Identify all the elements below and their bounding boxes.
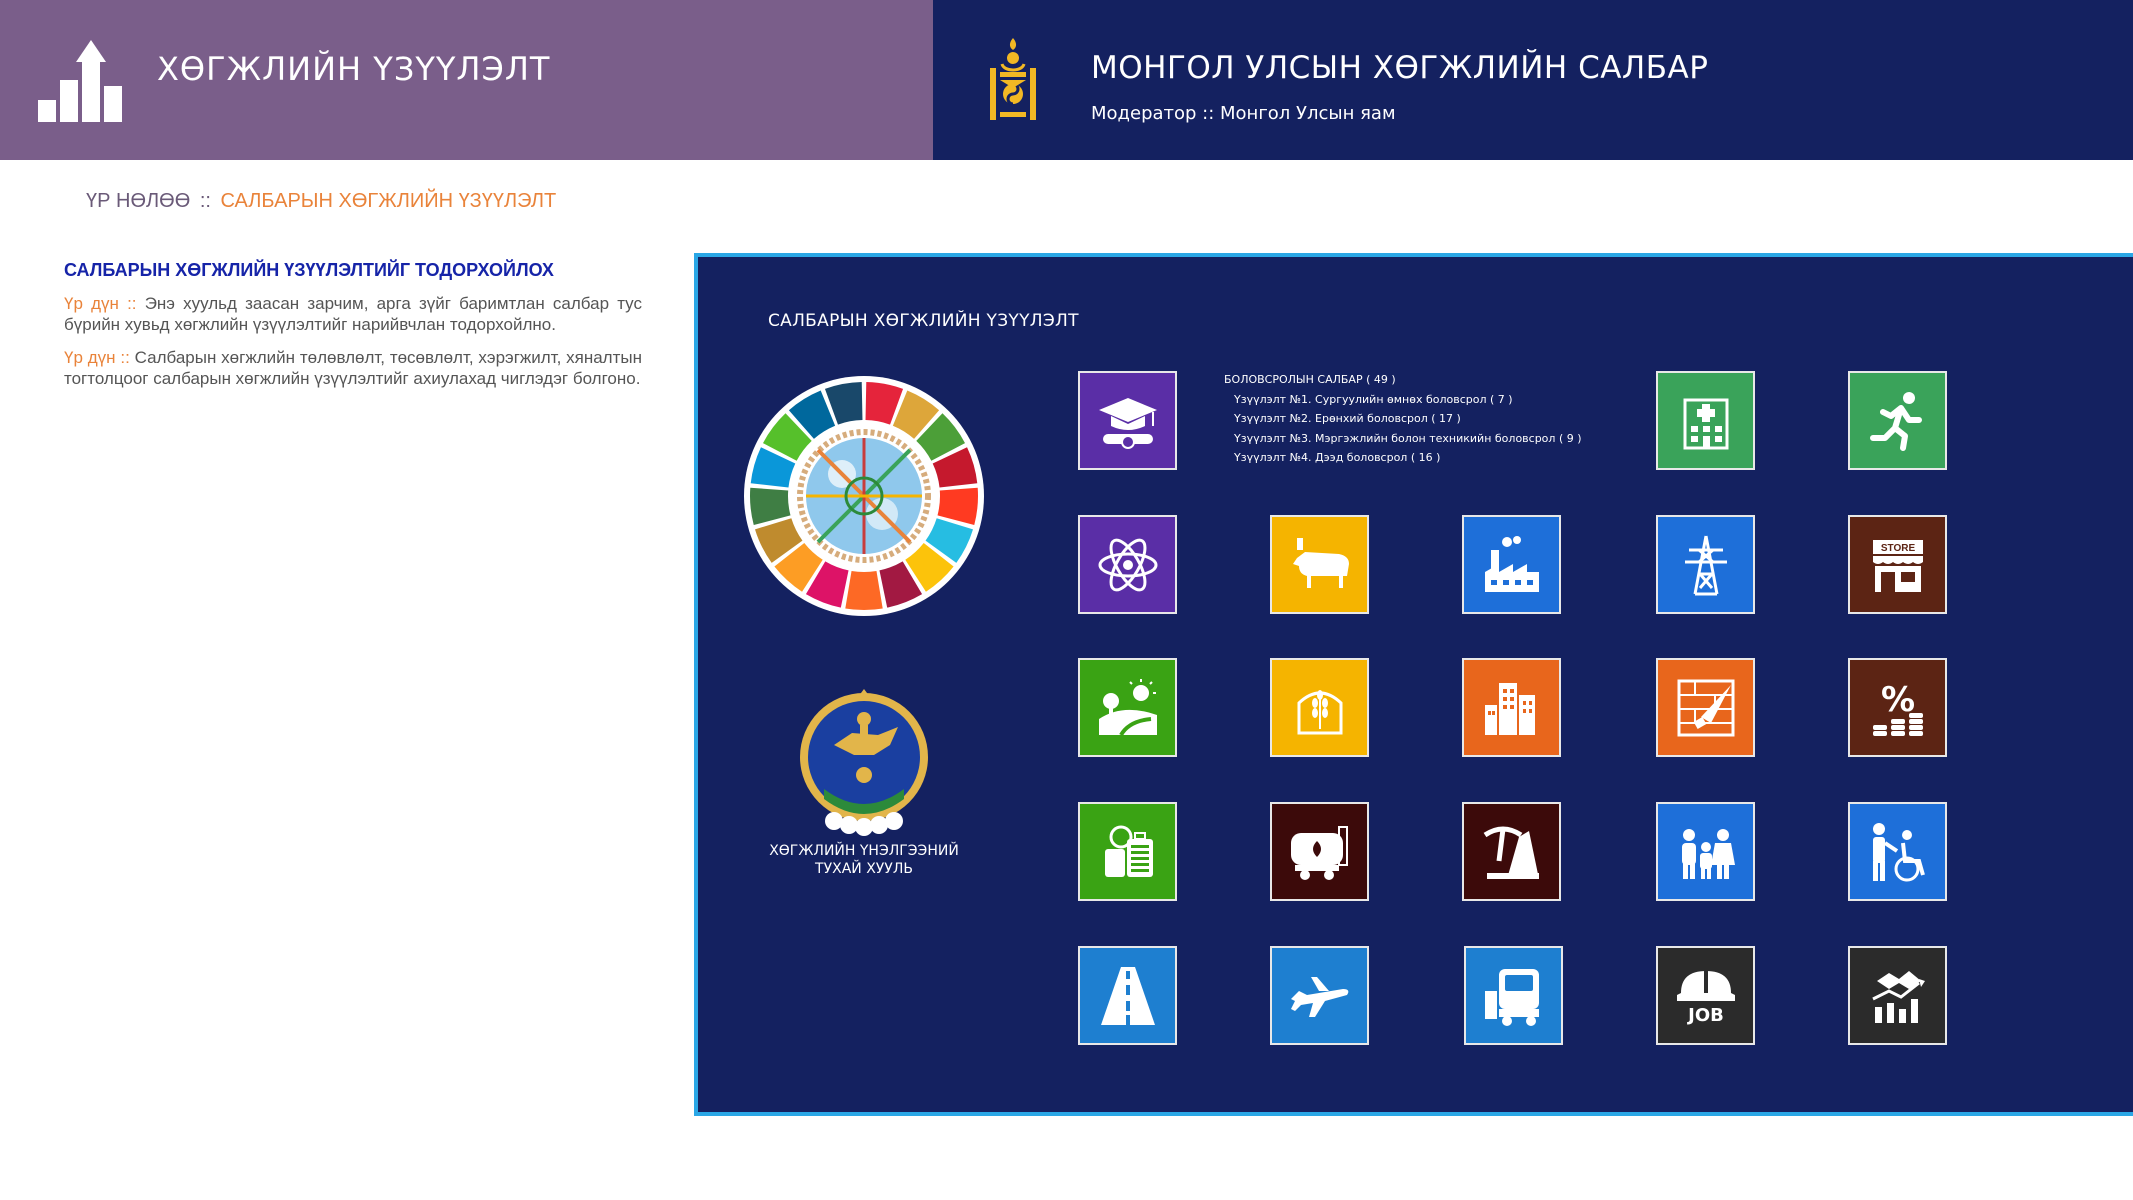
description-paragraph: Үр дүн :: Энэ хуульд заасан зарчим, арга… <box>64 293 642 335</box>
header-right-title: МОНГОЛ УЛСЫН ХӨГЖЛИЙН САЛБАР <box>1091 50 1709 86</box>
business-chart-icon <box>1871 970 1925 1023</box>
emblem-caption-line1: ХӨГЖЛИЙН ҮНЭЛГЭЭНИЙ <box>769 843 959 859</box>
breadcrumb: ҮР НӨЛӨӨ :: САЛБАРЫН ХӨГЖЛИЙН ҮЗҮҮЛЭЛТ <box>86 190 556 213</box>
airplane-icon <box>1290 976 1348 1017</box>
construction-icon <box>1677 679 1734 736</box>
paragraph-text: Энэ хуульд заасан зарчим, арга зүйг бари… <box>64 294 642 334</box>
percent-icon: % <box>1872 680 1923 736</box>
landscape-icon <box>1098 678 1157 736</box>
header-right-subtitle: Модератор :: Монгол Улсын яам <box>1091 103 1396 124</box>
header-left: ХӨГЖЛИЙН ҮЗҮҮЛЭЛТ <box>0 0 933 160</box>
sector-tile-business[interactable] <box>1848 946 1947 1045</box>
breadcrumb-separator: :: <box>199 190 211 212</box>
paragraph-separator: :: <box>120 348 130 367</box>
state-emblem-icon <box>800 689 928 836</box>
factory-icon <box>1484 535 1539 592</box>
sector-tile-sport[interactable] <box>1848 371 1947 470</box>
truck-icon <box>1484 968 1539 1026</box>
sector-tile-livestock[interactable] <box>1270 515 1369 614</box>
emblem-caption: ХӨГЖЛИЙН ҮНЭЛГЭЭНИЙ ТУХАЙ ХУУЛЬ <box>758 842 970 878</box>
soyombo-icon <box>990 38 1036 120</box>
sector-tile-energy[interactable] <box>1656 515 1755 614</box>
wheat-icon <box>1297 689 1342 734</box>
fuel-tank-icon <box>1290 825 1348 880</box>
hospital-icon <box>1683 398 1728 449</box>
paragraph-separator: :: <box>127 294 137 313</box>
sector-tile-employment[interactable]: JOB <box>1656 946 1755 1045</box>
sector-tile-industry[interactable] <box>1462 515 1561 614</box>
breadcrumb-root[interactable]: ҮР НӨЛӨӨ <box>86 190 190 212</box>
sector-info-header: БОЛОВСРОЛЫН САЛБАР ( 49 ) <box>1224 373 1396 386</box>
tourism-icon <box>1104 825 1153 877</box>
growth-chart-icon <box>38 40 122 122</box>
sector-tile-education[interactable] <box>1078 371 1177 470</box>
paragraph-label: Үр дүн <box>64 294 119 313</box>
sector-tile-environment[interactable] <box>1078 658 1177 757</box>
family-icon <box>1681 828 1735 879</box>
sector-tile-transport[interactable] <box>1464 946 1563 1045</box>
sector-tile-disability[interactable] <box>1848 802 1947 901</box>
description-column: САЛБАРЫН ХӨГЖЛИЙН ҮЗҮҮЛЭЛТИЙГ ТОДОРХОЙЛО… <box>64 260 642 401</box>
store-icon: STORE <box>1872 539 1923 592</box>
buildings-icon <box>1484 682 1535 735</box>
sector-tile-construction[interactable] <box>1656 658 1755 757</box>
store-label: STORE <box>1880 543 1915 554</box>
disability-care-icon <box>1872 822 1925 881</box>
sector-tile-social[interactable] <box>1656 802 1755 901</box>
sector-tile-finance[interactable]: % <box>1848 658 1947 757</box>
job-helmet-icon: JOB <box>1676 970 1735 1026</box>
header-title: ХӨГЖЛИЙН ҮЗҮҮЛЭЛТ <box>157 50 551 88</box>
runner-icon <box>1869 391 1922 451</box>
sector-info: БОЛОВСРОЛЫН САЛБАР ( 49 ) Үзүүлэлт №1. С… <box>1224 370 1582 468</box>
sector-info-item: Үзүүлэлт №1. Сургуулийн өмнөх боловсрол … <box>1234 392 1513 406</box>
atom-icon <box>1098 538 1157 591</box>
sector-info-item: Үзүүлэлт №2. Ерөнхий боловсрол ( 17 ) <box>1234 412 1461 425</box>
sector-tile-science[interactable] <box>1078 515 1177 614</box>
sector-tile-tourism[interactable] <box>1078 802 1177 901</box>
sector-panel: САЛБАРЫН ХӨГЖЛИЙН ҮЗҮҮЛЭЛТ ХӨГЖЛИЙН ҮНЭЛ… <box>694 253 2133 1116</box>
graduation-icon <box>1098 397 1157 449</box>
sector-tile-aviation[interactable] <box>1270 946 1369 1045</box>
page: ХӨГЖЛИЙН ҮЗҮҮЛЭЛТ МОНГОЛ УЛСЫН ХӨГЖЛИЙН … <box>0 0 2133 1200</box>
power-tower-icon <box>1684 535 1727 595</box>
road-icon <box>1100 966 1155 1025</box>
breadcrumb-current: САЛБАРЫН ХӨГЖЛИЙН ҮЗҮҮЛЭЛТ <box>220 190 557 212</box>
description-paragraph: Үр дүн :: Салбарын хөгжлийн төлөвлөлт, т… <box>64 347 642 389</box>
sector-info-item: Үзүүлэлт №3. Мэргэжлийн болон техникийн … <box>1234 431 1582 445</box>
sector-tile-roads[interactable] <box>1078 946 1177 1045</box>
sdg-wheel-segment <box>845 570 883 610</box>
cow-icon <box>1292 537 1349 588</box>
description-heading: САЛБАРЫН ХӨГЖЛИЙН ҮЗҮҮЛЭЛТИЙГ ТОДОРХОЙЛО… <box>64 260 554 280</box>
sector-tile-health[interactable] <box>1656 371 1755 470</box>
sector-tile-fuel[interactable] <box>1270 802 1369 901</box>
paragraph-text: Салбарын хөгжлийн төлөвлөлт, төсөвлөлт, … <box>64 348 642 388</box>
sector-tile-trade[interactable]: STORE <box>1848 515 1947 614</box>
emblem-caption-line2: ТУХАЙ ХУУЛЬ <box>815 861 913 877</box>
sector-tile-mining[interactable] <box>1462 802 1561 901</box>
paragraph-label: Үр дүн <box>64 348 116 367</box>
sdg-wheel-icon[interactable] <box>742 374 986 618</box>
mining-icon <box>1483 826 1539 879</box>
sector-info-item: Үзүүлэлт №4. Дээд боловсрол ( 16 ) <box>1234 451 1441 464</box>
job-label: JOB <box>1686 1005 1724 1026</box>
sector-tile-food[interactable] <box>1270 658 1369 757</box>
panel-title: САЛБАРЫН ХӨГЖЛИЙН ҮЗҮҮЛЭЛТ <box>768 311 1079 331</box>
sector-tile-urban[interactable] <box>1462 658 1561 757</box>
